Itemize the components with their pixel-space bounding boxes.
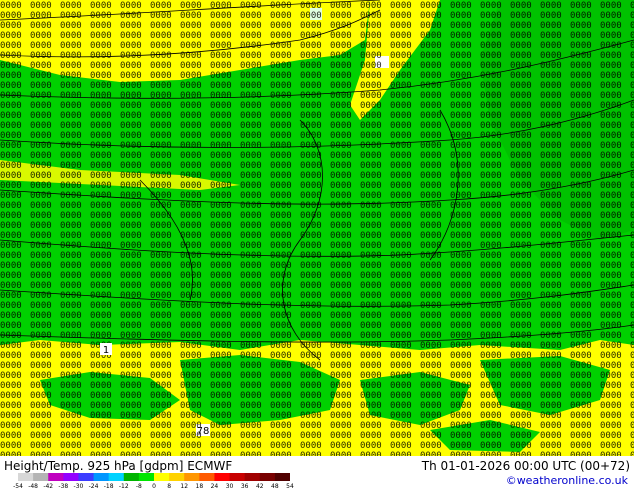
colorbar-tick-label: 24 [210, 483, 219, 490]
svg-text:1: 1 [103, 345, 109, 356]
colorbar-tick-label: -24 [88, 483, 99, 490]
colorbar-segment [123, 473, 140, 481]
colorbar-segment [274, 473, 290, 481]
colorbar-segment [93, 473, 110, 481]
colorbar-tick-label: 54 [286, 483, 294, 490]
svg-text:78: 78 [197, 426, 210, 437]
footer-bar: Height/Temp. 925 hPa [gdpm] ECMWF Th 01-… [0, 456, 634, 490]
weather-map: 0000 1111 [0, 0, 634, 456]
colorbar-segment [18, 473, 34, 481]
colorbar-tick-label: -42 [43, 483, 54, 490]
colorbar-segment [33, 473, 49, 481]
colorbar-segment [138, 473, 155, 481]
colorbar-segment [244, 473, 261, 481]
colorbar-segment [229, 473, 246, 481]
colorbar-segment [214, 473, 231, 481]
colorbar-tick-label: 48 [271, 483, 279, 490]
colorbar-tick-label: 0 [152, 483, 156, 490]
credit-link[interactable]: ©weatheronline.co.uk [506, 474, 628, 487]
grid-values-overlay-green [0, 0, 634, 456]
forecast-time: Th 01-01-2026 00:00 UTC (00+72) [421, 459, 630, 473]
colorbar-segment [48, 473, 64, 481]
colorbar-segment [78, 473, 95, 481]
colorbar-tick-label: -12 [118, 483, 129, 490]
colorbar-segment [154, 473, 170, 481]
colorbar-tick-label: 18 [195, 483, 204, 490]
colorbar-tick-label: -48 [28, 483, 39, 490]
colorbar-segment [63, 473, 79, 481]
map-title: Height/Temp. 925 hPa [gdpm] ECMWF [4, 459, 233, 473]
colorbar-tick-label: 8 [167, 483, 172, 490]
colorbar-segment [169, 473, 185, 481]
colorbar-tick-label: -54 [13, 483, 23, 490]
colorbar-segment [108, 473, 125, 481]
colorbar-segment [199, 473, 215, 481]
colorbar-segment [184, 473, 200, 481]
colorbar-tick-label: -38 [58, 483, 69, 490]
map-canvas: 0000 1111 [0, 0, 634, 456]
colorbar-tick-label: -30 [73, 483, 84, 490]
colorbar-tick-label: 30 [225, 483, 234, 490]
colorbar-tick-label: 42 [255, 483, 264, 490]
colorbar-tick-label: 12 [180, 483, 189, 490]
station-label-78: 78 [197, 426, 210, 437]
colorbar-tick-label: -18 [103, 483, 114, 490]
colorbar-segment [259, 473, 276, 481]
colorbar [18, 473, 290, 481]
colorbar-tick-label: -8 [135, 483, 142, 490]
station-label-1: 1 [100, 343, 112, 356]
colorbar-tick-label: 36 [240, 483, 249, 490]
